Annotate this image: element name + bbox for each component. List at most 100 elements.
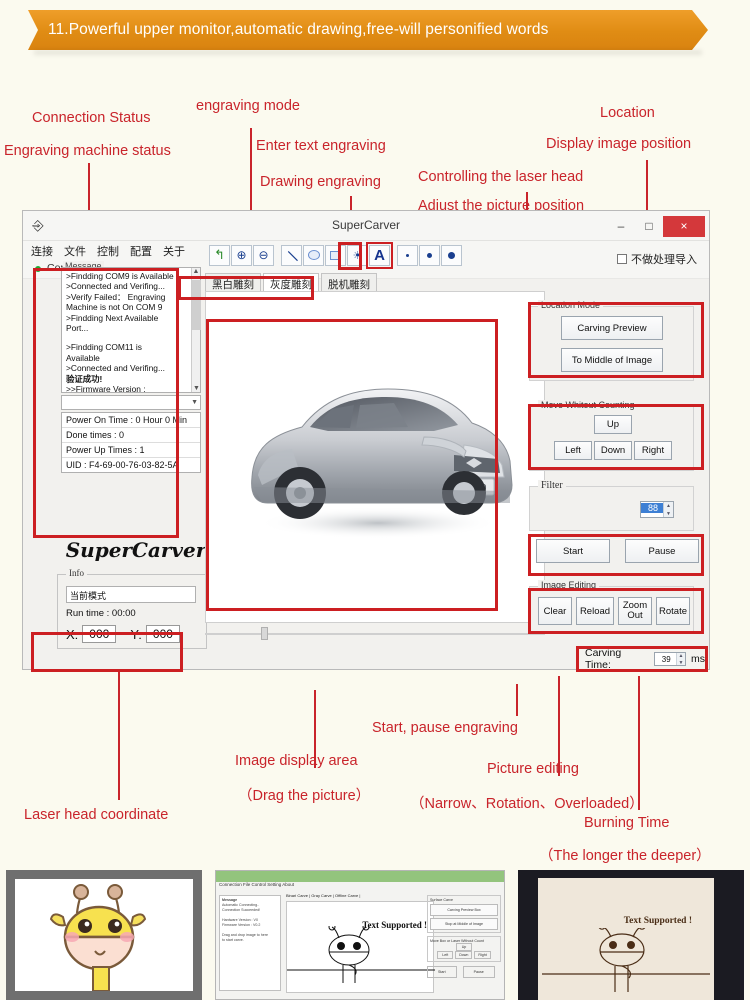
move-up-button[interactable]: Up <box>594 415 632 434</box>
annotation-enter-text-engraving: Enter text engraving <box>256 138 386 154</box>
dot-large-icon[interactable] <box>441 244 462 266</box>
slider-thumb[interactable] <box>261 627 268 640</box>
minimize-button[interactable]: – <box>607 215 635 237</box>
leader-line-laser-coordinate <box>118 672 120 800</box>
filter-spinner[interactable]: 88 ▲ ▼ <box>640 501 674 518</box>
dot-medium-icon[interactable] <box>419 244 440 266</box>
x-label: X: <box>66 626 79 642</box>
menu-item-about[interactable]: 关于 <box>163 246 185 258</box>
scroll-up-icon[interactable]: ▲ <box>192 268 200 275</box>
start-button[interactable]: Start <box>536 539 610 563</box>
menu-item-file[interactable]: 文件 <box>64 246 86 258</box>
horizontal-slider[interactable] <box>205 627 545 641</box>
chevron-down-icon: ▼ <box>191 399 198 406</box>
window-titlebar: ⎆ SuperCarver – □ × <box>23 211 709 241</box>
message-line: >Findding COM11 is <box>66 342 142 353</box>
engraved-result-photo: Text Supported ! <box>518 870 744 1000</box>
engraved-text: Text Supported ! <box>623 916 692 926</box>
reload-button[interactable]: Reload <box>576 597 614 625</box>
text-tool-icon[interactable]: A <box>366 241 393 269</box>
carving-time-spinner-arrows[interactable]: ▲ ▼ <box>676 653 685 666</box>
message-scrollbar[interactable]: ▲ ▼ <box>191 268 201 392</box>
move-down-button[interactable]: Down <box>594 441 632 460</box>
filter-group: Filter 88 ▲ ▼ <box>529 480 694 531</box>
rectangle-tool-icon[interactable] <box>325 244 346 266</box>
message-line: >Connected and Verifing... <box>66 363 165 374</box>
annotation-picture-editing: Picture editing <box>487 761 579 777</box>
message-line: Port... <box>66 323 89 334</box>
pause-button[interactable]: Pause <box>625 539 699 563</box>
window-controls: – □ × <box>607 211 709 241</box>
carving-time-unit: ms <box>691 653 705 665</box>
annotation-drawing-engraving: Drawing engraving <box>260 174 381 190</box>
zoom-in-icon[interactable]: ⊕ <box>231 244 252 266</box>
annotation-picture-editing-sub: （Narrow、Rotation、Overloaded） <box>410 796 644 812</box>
clear-button[interactable]: Clear <box>538 597 572 625</box>
carving-time-spinner[interactable]: 39 ▲ ▼ <box>654 652 686 666</box>
info-group: Info 当前模式 Run time : 00:00 X: 000 Y: 000 <box>57 568 207 649</box>
move-left-button[interactable]: Left <box>554 441 592 460</box>
ellipse-tool-icon[interactable] <box>303 244 324 266</box>
move-right-button[interactable]: Right <box>634 441 672 460</box>
current-mode-field: 当前模式 <box>66 586 196 603</box>
page-banner: 11.Powerful upper monitor,automatic draw… <box>0 10 750 56</box>
banner-title: 11.Powerful upper monitor,automatic draw… <box>28 10 708 50</box>
menu-item-config[interactable]: 配置 <box>130 246 152 258</box>
annotation-location: Location <box>600 105 655 121</box>
to-middle-of-image-button[interactable]: To Middle of Image <box>561 348 663 372</box>
supercarver-window: ⎆ SuperCarver – □ × 连接文件控制配置关于 Connected… <box>22 210 710 670</box>
leader-line-start-pause <box>516 684 518 716</box>
line-tool-icon[interactable]: | <box>281 244 302 266</box>
zoom-out-button[interactable]: Zoom Out <box>618 597 652 625</box>
close-button[interactable]: × <box>663 215 705 237</box>
no-process-import-label: 不做处理导入 <box>631 254 697 266</box>
message-line: Machine is not On COM 9 <box>66 302 163 313</box>
carving-time-field[interactable]: Carving Time: 39 ▲ ▼ ms <box>578 647 706 671</box>
connected-indicator-icon <box>35 266 41 272</box>
laser-coordinates: X: 000 Y: 000 <box>66 625 180 643</box>
menu-item-control[interactable]: 控制 <box>97 246 119 258</box>
location-mode-legend: Location Mode <box>538 300 604 310</box>
canvas-image-car[interactable]: ES 250 <box>228 327 524 567</box>
maximize-button[interactable]: □ <box>635 215 663 237</box>
message-list: >Findding COM9 is Available >Connected a… <box>62 268 200 392</box>
menu-item-connect[interactable]: 连接 <box>31 246 53 258</box>
message-line <box>66 333 190 342</box>
filter-group-legend: Filter <box>538 480 566 491</box>
move-without-counting-group: Move Whitout Counting Up Left Down Right <box>529 400 694 471</box>
leader-line-burning-time <box>638 676 640 810</box>
zoom-out-icon[interactable]: ⊖ <box>253 244 274 266</box>
annotation-display-image-position: Display image position <box>546 136 692 152</box>
carving-time-value[interactable]: 39 <box>655 653 677 666</box>
annotation-engraving-mode: engraving mode <box>196 98 300 114</box>
stat-done-times: Done times : 0 <box>62 428 200 443</box>
y-value[interactable]: 000 <box>145 625 180 643</box>
no-process-import-checkbox[interactable]: 不做处理导入 <box>617 251 697 267</box>
annotation-burning-time: Burning Time <box>584 815 670 831</box>
scroll-down-icon[interactable]: ▼ <box>192 385 201 392</box>
annotation-image-display-area: Image display area <box>235 753 358 769</box>
rotate-button[interactable]: Rotate <box>656 597 690 625</box>
filter-value[interactable]: 88 <box>641 503 665 513</box>
checkbox-box-icon <box>617 254 627 264</box>
x-value[interactable]: 000 <box>82 625 117 643</box>
import-icon[interactable]: ↰ <box>209 244 230 266</box>
message-line: Available <box>66 352 100 363</box>
device-stats-list: Power On Time : 0 Hour 0 Min Done times … <box>61 412 201 473</box>
port-combo[interactable]: ▼ <box>61 395 201 410</box>
image-display-area[interactable]: ES 250 <box>205 291 545 623</box>
dot-small-icon[interactable] <box>397 244 418 266</box>
message-panel: >Findding COM9 is Available >Connected a… <box>61 267 201 393</box>
annotation-drag-the-picture: （Drag the picture） <box>238 788 371 804</box>
move-group-legend: Move Whitout Counting <box>538 400 638 410</box>
scrollbar-thumb[interactable] <box>192 280 201 330</box>
annotation-start-pause-engraving: Start, pause engraving <box>372 720 518 736</box>
filter-spinner-arrows[interactable]: ▲ ▼ <box>663 502 673 517</box>
carving-preview-button[interactable]: Carving Preview <box>561 316 663 340</box>
message-line: 验证成功! <box>66 373 103 384</box>
annotation-burning-time-sub: （The longer the deeper） <box>539 848 711 864</box>
image-editing-group: Image Editing Clear Reload Zoom Out Rota… <box>529 580 694 634</box>
palette-icon[interactable]: ☀ <box>347 244 368 266</box>
software-screenshot-photo: Connection File Control Setting About Me… <box>215 870 505 1000</box>
drawing-toolbar: ↰ ⊕ ⊖ | ☀ A <box>209 241 463 269</box>
